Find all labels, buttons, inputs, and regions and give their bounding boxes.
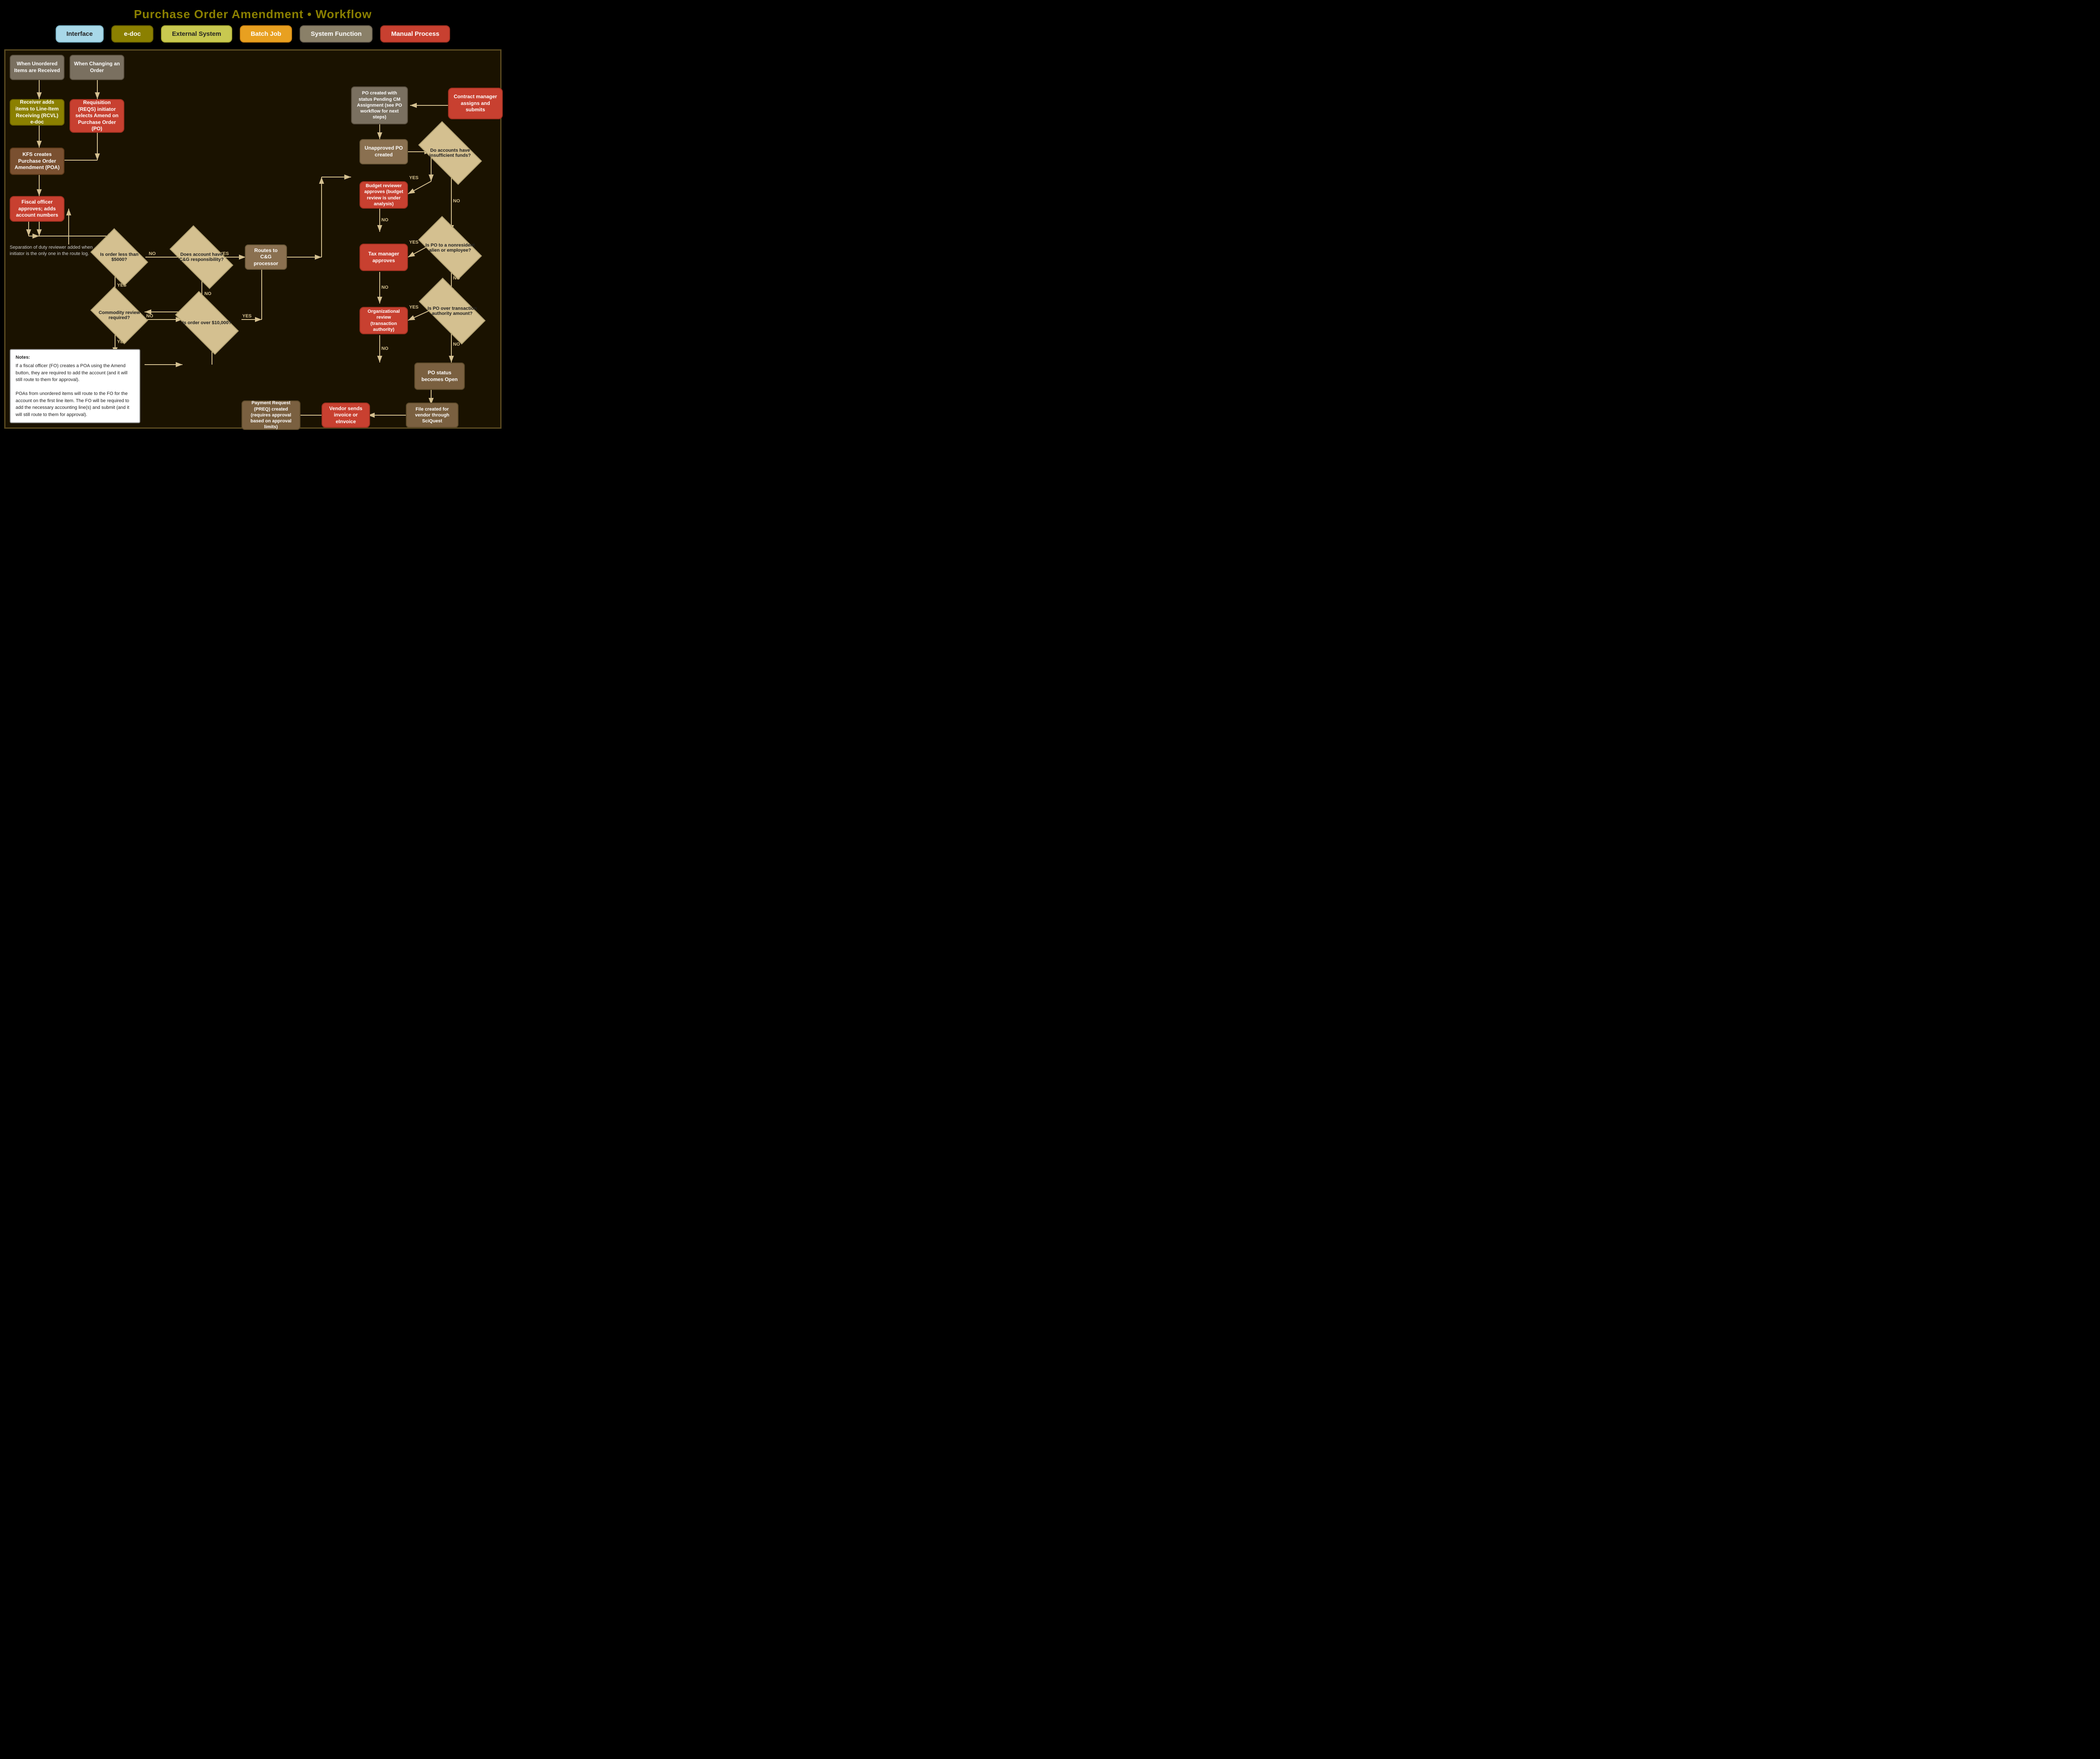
- node-separation: Separation of duty reviewer added when i…: [10, 244, 94, 272]
- node-tax-manager: Tax manager approves: [359, 244, 408, 271]
- node-kfs-creates: KFS creates Purchase Order Amendment (PO…: [10, 148, 64, 175]
- diamond-over-10000: Is order over $10,000?: [180, 307, 234, 339]
- svg-text:NO: NO: [381, 346, 389, 351]
- svg-text:NO: NO: [453, 199, 460, 204]
- diamond-cg: Does account have C&G responsibility?: [174, 241, 229, 273]
- svg-text:NO: NO: [146, 314, 153, 319]
- node-po-created-pending: PO created with status Pending CM Assign…: [351, 86, 408, 124]
- svg-text:NO: NO: [453, 342, 460, 347]
- notes-title: Notes:: [16, 354, 134, 361]
- node-org-review: Organizational review (transaction autho…: [359, 307, 408, 334]
- notes-box: Notes: If a fiscal officer (FO) creates …: [10, 349, 140, 424]
- node-po-status-open: PO status becomes Open: [414, 363, 465, 390]
- legend-external: External System: [161, 25, 232, 43]
- svg-text:NO: NO: [381, 218, 389, 223]
- node-routes-cg: Routes to C&G processor: [245, 244, 287, 270]
- notes-line-1: If a fiscal officer (FO) creates a POA u…: [16, 363, 134, 384]
- legend-interface: Interface: [56, 25, 104, 43]
- legend-batch: Batch Job: [240, 25, 292, 43]
- diamond-commodity: Commodity review required?: [96, 299, 142, 331]
- svg-text:NO: NO: [204, 291, 212, 296]
- node-budget-reviewer: Budget reviewer approves (budget review …: [359, 181, 408, 209]
- notes-line-3: POAs from unordered items will route to …: [16, 390, 134, 418]
- svg-text:YES: YES: [409, 175, 418, 180]
- diamond-insufficient: Do accounts have insufficient funds?: [423, 137, 477, 169]
- node-vendor-sends: Vendor sends invoice or eInvoice: [322, 403, 370, 428]
- svg-text:YES: YES: [409, 240, 418, 245]
- diamond-less-5000: Is order less than $5000?: [96, 241, 142, 273]
- legend-system: System Function: [300, 25, 373, 43]
- node-receiver-adds: Receiver adds items to Line-Item Receivi…: [10, 99, 64, 126]
- svg-text:NO: NO: [381, 285, 389, 290]
- svg-text:YES: YES: [242, 314, 252, 319]
- node-req-initiator: Requisition (REQS) initiator selects Ame…: [70, 99, 124, 133]
- node-unapproved-po: Unapproved PO created: [359, 139, 408, 164]
- node-when-unordered: When Unordered Items are Received: [10, 55, 64, 80]
- node-contract-manager: Contract manager assigns and submits: [448, 88, 503, 119]
- node-payment-request: Payment Request (PREQ) created (requires…: [241, 400, 300, 430]
- svg-text:NO: NO: [149, 251, 156, 256]
- diamond-transaction-auth: Is PO over transaction authority amount?: [423, 295, 482, 327]
- node-fiscal-officer: Fiscal officer approves; adds account nu…: [10, 196, 64, 222]
- legend-edoc: e-doc: [111, 25, 153, 43]
- page-title: Purchase Order Amendment • Workflow: [0, 0, 506, 25]
- node-file-created: File created for vendor through SciQuest: [406, 403, 459, 428]
- diamond-nonresident: Is PO to a nonresident alien or employee…: [423, 232, 477, 264]
- svg-text:YES: YES: [409, 305, 418, 310]
- node-when-changing: When Changing an Order: [70, 55, 124, 80]
- diagram-area: NO YES YES NO NO YES YES: [4, 49, 502, 429]
- legend-manual: Manual Process: [380, 25, 450, 43]
- legend: Interface e-doc External System Batch Jo…: [0, 25, 506, 43]
